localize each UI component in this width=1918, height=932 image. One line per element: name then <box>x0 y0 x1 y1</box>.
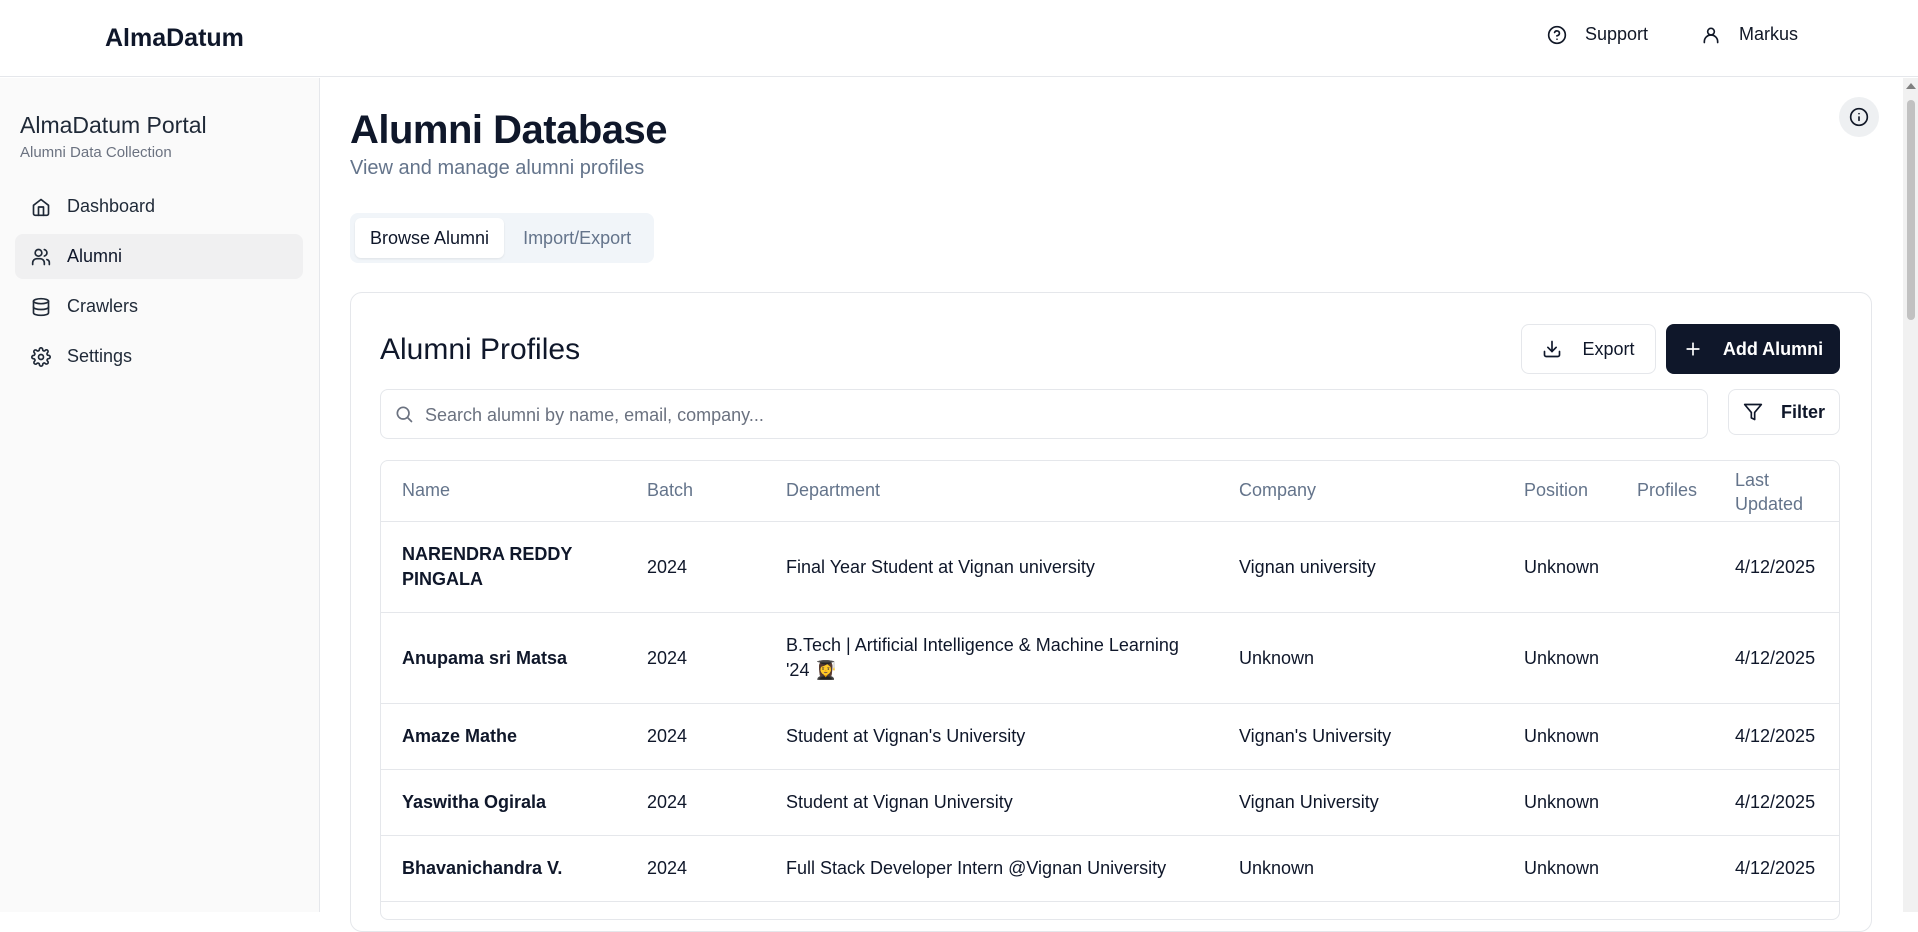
cell-company: Vignan University <box>1239 792 1379 812</box>
info-button[interactable] <box>1839 97 1879 137</box>
cell-last-updated: 4/12/2025 <box>1735 726 1816 746</box>
add-alumni-button[interactable]: Add Alumni <box>1666 324 1840 374</box>
support-button[interactable]: Support <box>1547 24 1648 45</box>
sidebar: AlmaDatum Portal Alumni Data Collection … <box>0 78 320 912</box>
filter-icon <box>1743 403 1763 421</box>
sidebar-item-alumni[interactable]: Alumni <box>15 234 303 279</box>
export-label: Export <box>1582 338 1635 359</box>
table-header: Name Batch Department Company Position P… <box>381 461 1839 522</box>
cell-company: Vignan's University <box>1239 726 1392 746</box>
cell-department: Student at Vignan's University <box>786 726 1026 746</box>
column-header-company[interactable]: Company <box>1239 480 1316 501</box>
column-header-profiles[interactable]: Profiles <box>1637 480 1697 501</box>
help-circle-icon <box>1547 25 1567 44</box>
user-icon <box>1703 27 1719 43</box>
cell-batch: 2024 <box>647 557 688 577</box>
cell-name: Anupama sri Matsa <box>402 648 568 668</box>
page-title: Alumni Database <box>350 108 668 152</box>
users-icon <box>31 248 51 265</box>
cell-department: Final Year Student at Vignan university <box>786 557 1095 577</box>
cell-position: Unknown <box>1524 792 1600 812</box>
cell-position: Unknown <box>1524 557 1600 577</box>
cell-department: B.Tech | Artificial Intelligence & Machi… <box>786 635 1179 680</box>
table-row[interactable]: Amaze Mathe 2024 Student at Vignan's Uni… <box>381 704 1839 770</box>
info-icon <box>1849 107 1869 127</box>
cell-company: Unknown <box>1239 858 1315 878</box>
plus-icon <box>1686 342 1700 356</box>
cell-name: Amaze Mathe <box>402 726 518 746</box>
card-title: Alumni Profiles <box>380 333 581 366</box>
column-header-position[interactable]: Position <box>1524 480 1588 501</box>
cell-company: Vignan university <box>1239 557 1376 577</box>
cell-last-updated: 4/12/2025 <box>1735 792 1816 812</box>
table-row[interactable]: NARENDRA REDDY PINGALA 2024 Final Year S… <box>381 521 1839 613</box>
add-alumni-label: Add Alumni <box>1722 338 1824 359</box>
tab-browse-alumni[interactable]: Browse Alumni <box>355 218 505 258</box>
column-header-department[interactable]: Department <box>786 480 880 501</box>
sidebar-item-label: Settings <box>67 346 133 366</box>
cell-last-updated: 4/12/2025 <box>1735 648 1816 668</box>
cell-batch: 2024 <box>647 648 688 668</box>
cell-batch: 2024 <box>647 858 688 878</box>
download-icon <box>1544 340 1561 358</box>
sidebar-title: AlmaDatum Portal <box>20 112 207 138</box>
sidebar-item-label: Dashboard <box>67 196 156 216</box>
cell-position: Unknown <box>1524 726 1600 746</box>
sidebar-subtitle: Alumni Data Collection <box>20 144 172 161</box>
table-row[interactable]: Anupama sri Matsa 2024 B.Tech | Artifici… <box>381 613 1839 704</box>
sidebar-item-label: Crawlers <box>67 296 139 316</box>
column-header-batch[interactable]: Batch <box>647 480 693 501</box>
table-row[interactable]: Yaswitha Ogirala 2024 Student at Vignan … <box>381 770 1839 836</box>
export-button[interactable]: Export <box>1521 324 1656 374</box>
search-input[interactable] <box>423 398 1697 432</box>
tab-list: Browse Alumni Import/Export <box>350 213 654 263</box>
user-menu-button[interactable]: Markus <box>1701 24 1798 45</box>
user-name: Markus <box>1739 24 1799 44</box>
cell-last-updated: 4/12/2025 <box>1735 557 1816 577</box>
cell-position: Unknown <box>1524 858 1600 878</box>
table-row[interactable]: Bhavanichandra V. 2024 Full Stack Develo… <box>381 836 1839 902</box>
cell-batch: 2024 <box>647 792 688 812</box>
gear-icon <box>31 346 51 367</box>
brand-logo[interactable]: AlmaDatum <box>105 24 244 53</box>
scrollbar-thumb[interactable] <box>1907 100 1915 320</box>
top-bar: AlmaDatum Support Markus <box>0 0 1918 77</box>
cell-position: Unknown <box>1524 648 1600 668</box>
search-box <box>380 389 1708 439</box>
search-icon <box>396 406 413 423</box>
cell-department: Student at Vignan University <box>786 792 1013 812</box>
cell-batch: 2024 <box>647 726 688 746</box>
filter-button[interactable]: Filter <box>1728 389 1840 435</box>
page-subtitle: View and manage alumni profiles <box>350 157 645 179</box>
cell-name: Bhavanichandra V. <box>402 858 563 878</box>
cell-name: NARENDRA REDDY PINGALA <box>402 544 573 589</box>
column-header-last-updated[interactable]: Last Updated <box>1735 468 1815 516</box>
database-icon <box>32 297 50 316</box>
scroll-up-arrow-icon[interactable] <box>1906 83 1916 89</box>
filter-label: Filter <box>1780 401 1825 422</box>
column-header-name[interactable]: Name <box>402 480 450 501</box>
page-scrollbar[interactable] <box>1903 78 1918 912</box>
cell-company: Unknown <box>1239 648 1315 668</box>
sidebar-item-settings[interactable]: Settings <box>15 334 303 379</box>
alumni-table: Name Batch Department Company Position P… <box>380 460 1840 920</box>
support-label: Support <box>1585 24 1649 44</box>
cell-last-updated: 4/12/2025 <box>1735 858 1816 878</box>
sidebar-item-label: Alumni <box>67 246 123 266</box>
sidebar-item-dashboard[interactable]: Dashboard <box>15 184 303 229</box>
tab-import-export[interactable]: Import/Export <box>508 218 646 258</box>
home-icon <box>32 198 50 216</box>
cell-name: Yaswitha Ogirala <box>402 792 547 812</box>
cell-department: Full Stack Developer Intern @Vignan Univ… <box>786 858 1167 878</box>
sidebar-item-crawlers[interactable]: Crawlers <box>15 284 303 329</box>
